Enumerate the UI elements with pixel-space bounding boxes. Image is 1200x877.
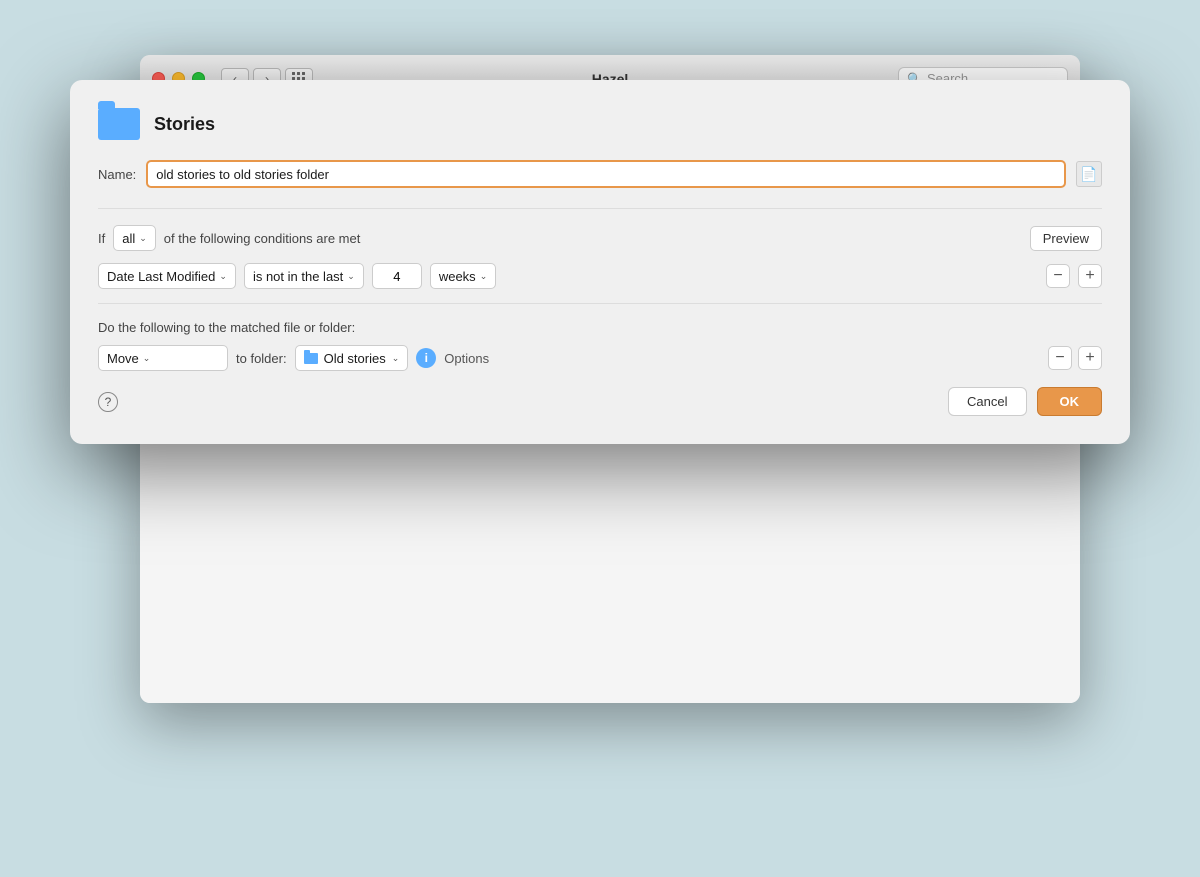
- modal-dialog: Stories Name: 📄 If all ⌄ of the followin…: [70, 80, 1130, 444]
- modal-bottom: ? Cancel OK: [98, 387, 1102, 416]
- section-divider-2: [98, 303, 1102, 304]
- cancel-button[interactable]: Cancel: [948, 387, 1026, 416]
- condition-unit-select[interactable]: weeks ⌄: [430, 263, 496, 289]
- name-input[interactable]: [146, 160, 1066, 188]
- conditions-header: If all ⌄ of the following conditions are…: [98, 225, 1102, 251]
- if-label: If: [98, 231, 105, 246]
- to-folder-label: to folder:: [236, 351, 287, 366]
- action-add-button[interactable]: +: [1078, 346, 1102, 370]
- preview-button[interactable]: Preview: [1030, 226, 1102, 251]
- conditions-text: of the following conditions are met: [164, 231, 361, 246]
- actions-label: Do the following to the matched file or …: [98, 320, 1102, 335]
- condition-attribute-label: Date Last Modified: [107, 269, 215, 284]
- modal-header: Stories: [98, 108, 1102, 140]
- action-remove-button[interactable]: −: [1048, 346, 1072, 370]
- info-button[interactable]: i: [416, 348, 436, 368]
- condition-attribute-select[interactable]: Date Last Modified ⌄: [98, 263, 236, 289]
- modal-overlay: Stories Name: 📄 If all ⌄ of the followin…: [0, 0, 1200, 877]
- ok-button[interactable]: OK: [1037, 387, 1103, 416]
- folder-select-icon: [304, 353, 318, 364]
- condition-operator-select[interactable]: is not in the last ⌄: [244, 263, 364, 289]
- condition-unit-label: weeks: [439, 269, 476, 284]
- condition-row: Date Last Modified ⌄ is not in the last …: [98, 263, 1102, 289]
- all-conditions-select[interactable]: all ⌄: [113, 225, 156, 251]
- condition-operator-label: is not in the last: [253, 269, 343, 284]
- modal-title: Stories: [154, 114, 215, 135]
- modal-folder-icon: [98, 108, 140, 140]
- section-divider-1: [98, 208, 1102, 209]
- folder-target-select[interactable]: Old stories ⌄: [295, 345, 409, 371]
- folder-target-label: Old stories: [324, 351, 386, 366]
- action-verb-select[interactable]: Move ⌄: [98, 345, 228, 371]
- condition-value-input[interactable]: [372, 263, 422, 289]
- modal-buttons: Cancel OK: [948, 387, 1102, 416]
- help-button[interactable]: ?: [98, 392, 118, 412]
- name-label: Name:: [98, 167, 136, 182]
- name-row: Name: 📄: [98, 160, 1102, 188]
- action-row: Move ⌄ to folder: Old stories ⌄ i Option…: [98, 345, 1102, 371]
- document-icon[interactable]: 📄: [1076, 161, 1102, 187]
- condition-remove-button[interactable]: −: [1046, 264, 1070, 288]
- options-label: Options: [444, 351, 489, 366]
- condition-add-button[interactable]: +: [1078, 264, 1102, 288]
